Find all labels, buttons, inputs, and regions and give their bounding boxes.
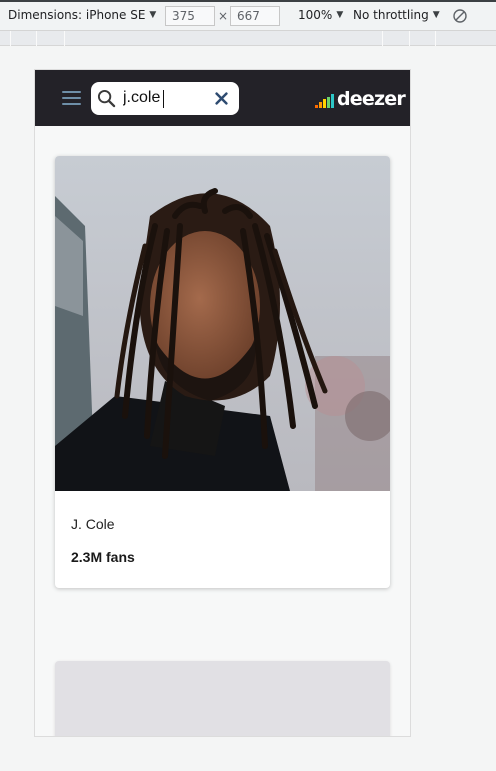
loading-card-placeholder [55,661,390,736]
zoom-dropdown[interactable]: 100% ▼ [298,8,343,22]
dimensions-label: Dimensions: iPhone SE [8,8,146,22]
throttling-dropdown[interactable]: No throttling ▼ [353,8,440,22]
chevron-down-icon: ▼ [336,10,344,20]
devtools-device-toolbar: Dimensions: iPhone SE ▼ 375 × 667 100% ▼… [0,0,496,31]
media-query-ruler [0,31,496,46]
artist-card[interactable]: J. Cole 2.3M fans [55,156,390,588]
brand-name: deezer [337,88,406,110]
search-bar [91,82,239,115]
rotate-icon[interactable] [452,8,468,24]
chevron-down-icon: ▼ [149,10,157,20]
times-sign: × [218,9,229,23]
deezer-logo[interactable]: deezer [315,88,406,110]
ruler-mark[interactable] [435,31,436,46]
search-icon [97,89,116,108]
ruler-mark[interactable] [10,31,11,46]
artist-name: J. Cole [71,516,115,532]
ruler-mark[interactable] [409,31,410,46]
hamburger-icon[interactable] [62,91,81,105]
fan-count: 2.3M fans [71,549,135,565]
width-input[interactable]: 375 [165,6,215,26]
dimensions-dropdown[interactable]: Dimensions: iPhone SE ▼ [8,8,156,22]
device-viewport: deezer [34,69,411,737]
throttling-label: No throttling [353,8,429,22]
zoom-label: 100% [298,8,333,22]
height-input[interactable]: 667 [230,6,280,26]
close-icon[interactable] [215,92,228,105]
artist-photo [55,156,390,491]
equalizer-icon [315,94,334,108]
text-cursor [163,90,164,108]
ruler-mark[interactable] [36,31,37,46]
search-input[interactable] [123,88,211,108]
ruler-mark[interactable] [382,31,383,46]
ruler-mark[interactable] [64,31,65,46]
deezer-header: deezer [35,70,410,126]
chevron-down-icon: ▼ [432,10,440,20]
